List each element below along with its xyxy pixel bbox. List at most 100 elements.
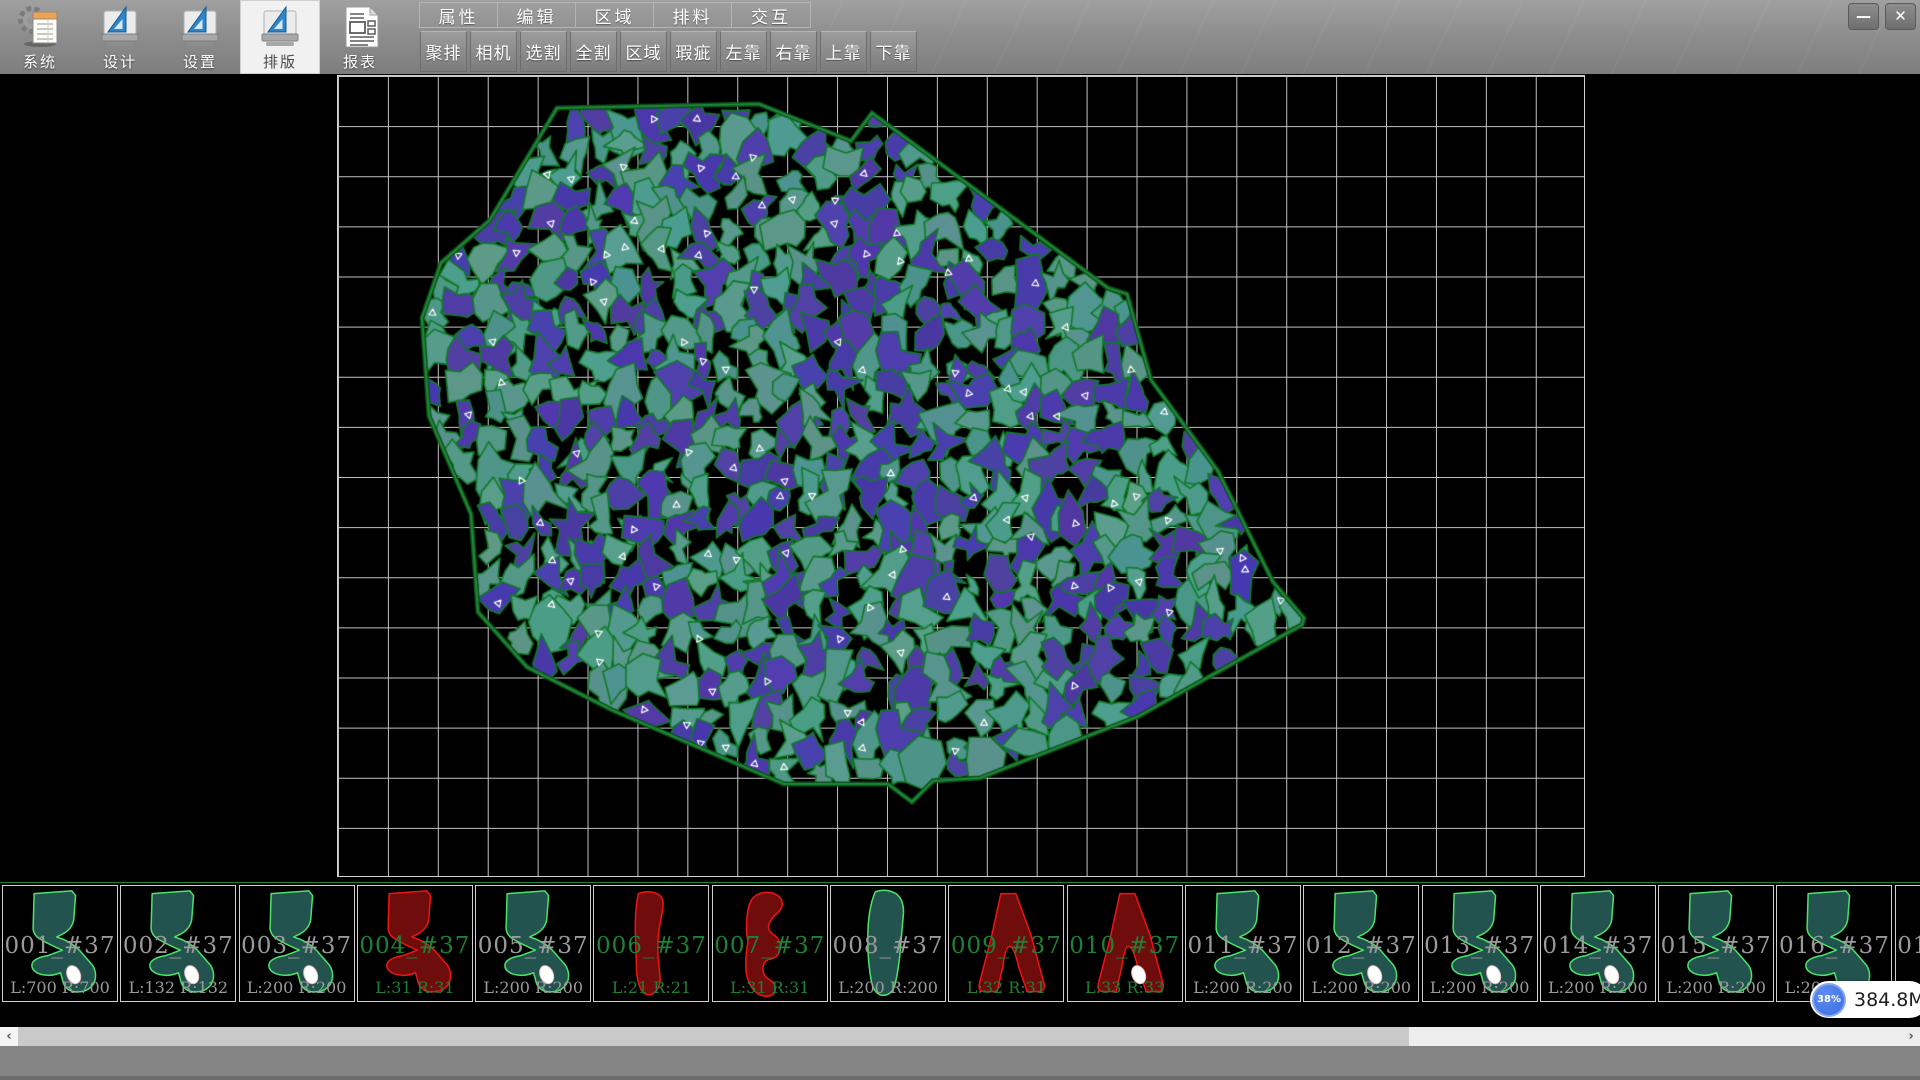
- window-controls: — ✕: [1848, 3, 1916, 30]
- close-button[interactable]: ✕: [1885, 3, 1916, 30]
- design-ruler-icon: [177, 4, 223, 50]
- piece-count-label: L:200 R:200: [240, 978, 354, 997]
- scroll-left-arrow[interactable]: ‹: [0, 1027, 18, 1046]
- menu-tab-bar: 属性编辑区域排料交互: [419, 2, 811, 28]
- tool-button-6[interactable]: 瑕疵: [670, 31, 717, 72]
- app-button-4[interactable]: 排版: [240, 0, 320, 74]
- thumbnail-cell-003_#37[interactable]: 003_#37 L:200 R:200: [239, 885, 355, 1002]
- app-button-group: 系统 设计 设置 排版 报表: [0, 0, 400, 74]
- piece-name-label: 007_#37: [713, 933, 827, 959]
- thumbnail-cell-005_#37[interactable]: 005_#37 L:200 R:200: [475, 885, 591, 1002]
- design-ruler-icon: [97, 4, 143, 50]
- thumbnail-cell-006_#37[interactable]: 006_#37 L:21 R:21: [593, 885, 709, 1002]
- app-button-1[interactable]: 系统: [0, 0, 80, 74]
- thumbnail-cell-010_#37[interactable]: 010_#37 L:33 R:33: [1067, 885, 1183, 1002]
- thumbnail-cell-014_#37[interactable]: 014_#37 L:200 R:200: [1540, 885, 1656, 1002]
- menu-tab-4[interactable]: 排料: [654, 3, 732, 27]
- scrollbar-thumb[interactable]: [18, 1027, 1409, 1046]
- piece-count-label: L:200 R:200: [476, 978, 590, 997]
- tool-button-7[interactable]: 左靠: [720, 31, 767, 72]
- tool-button-2[interactable]: 相机: [470, 31, 517, 72]
- thumbnail-cell-012_#37[interactable]: 012_#37 L:200 R:200: [1303, 885, 1419, 1002]
- thumbnail-cell-009_#37[interactable]: 009_#37 L:32 R:31: [948, 885, 1064, 1002]
- app-button-3[interactable]: 设置: [160, 0, 240, 74]
- app-button-label: 系统: [23, 51, 57, 72]
- piece-count-label: L:31 R:31: [713, 978, 827, 997]
- design-ruler-icon: [257, 4, 303, 50]
- status-bar: [0, 1046, 1920, 1080]
- nesting-viewport[interactable]: [0, 74, 1920, 878]
- app-button-label: 设计: [103, 51, 137, 72]
- tool-button-10[interactable]: 下靠: [870, 31, 917, 72]
- scroll-right-arrow[interactable]: ›: [1902, 1027, 1920, 1046]
- nested-hide-canvas[interactable]: [0, 74, 1920, 878]
- menu-tab-2[interactable]: 编辑: [498, 3, 576, 27]
- tool-button-3[interactable]: 选割: [520, 31, 567, 72]
- piece-name-label: 009_#37: [949, 933, 1063, 959]
- app-button-label: 设置: [183, 51, 217, 72]
- piece-name-label: 002_#37: [121, 933, 235, 959]
- tool-button-5[interactable]: 区域: [620, 31, 667, 72]
- piece-count-label: L:700 R:700: [3, 978, 117, 997]
- progress-percent-badge: 38%: [1812, 983, 1846, 1017]
- report-icon: [337, 4, 383, 50]
- piece-name-label: 004_#37: [358, 933, 472, 959]
- piece-count-label: L:200 R:200: [1423, 978, 1537, 997]
- piece-name-label: 015_#37: [1659, 933, 1773, 959]
- thumbnail-cell-013_#37[interactable]: 013_#37 L:200 R:200: [1422, 885, 1538, 1002]
- thumbnail-cell-008_#37[interactable]: 008_#37 L:200 R:200: [830, 885, 946, 1002]
- piece-count-label: L:200 R:200: [831, 978, 945, 997]
- app-button-2[interactable]: 设计: [80, 0, 160, 74]
- thumbnail-cell-004_#37[interactable]: 004_#37 L:31 R:31: [357, 885, 473, 1002]
- piece-name-label: 014_#37: [1541, 933, 1655, 959]
- piece-count-label: L:31 R:31: [358, 978, 472, 997]
- thumbnail-cell-011_#37[interactable]: 011_#37 L:200 R:200: [1185, 885, 1301, 1002]
- toolbar-decoration: [780, 0, 1920, 74]
- piece-name-label: 006_#37: [594, 933, 708, 959]
- tool-button-4[interactable]: 全割: [570, 31, 617, 72]
- ribbon-toolbar: 系统 设计 设置 排版 报表 属性编辑区域排料交互 聚排相机选割全割区域瑕疵左靠…: [0, 0, 1920, 75]
- memory-usage-label: 384.8M: [1854, 989, 1920, 1011]
- piece-count-label: L:33 R:33: [1068, 978, 1182, 997]
- thumbnail-cell-007_#37[interactable]: 007_#37 L:31 R:31: [712, 885, 828, 1002]
- piece-name-label: 005_#37: [476, 933, 590, 959]
- piece-name-label: 003_#37: [240, 933, 354, 959]
- app-button-label: 报表: [343, 51, 377, 72]
- piece-name-label: 012_#37: [1304, 933, 1418, 959]
- piece-count-label: L:200 R:200: [1541, 978, 1655, 997]
- piece-count-label: L:132 R:132: [121, 978, 235, 997]
- green-separator-line-2: [0, 882, 1920, 883]
- thumbnail-cell-002_#37[interactable]: 002_#37 L:132 R:132: [120, 885, 236, 1002]
- app-button-label: 排版: [263, 51, 297, 72]
- piece-count-label: L:32 R:31: [949, 978, 1063, 997]
- gear-notebook-icon: [17, 4, 63, 50]
- tool-button-9[interactable]: 上靠: [820, 31, 867, 72]
- piece-name-label: 010_#37: [1068, 933, 1182, 959]
- thumbnail-cell-015_#37[interactable]: 015_#37 L:200 R:200: [1658, 885, 1774, 1002]
- piece-count-label: L:200 R:200: [1186, 978, 1300, 997]
- green-separator-line: [0, 878, 1920, 880]
- piece-count-label: L:200 R:200: [1304, 978, 1418, 997]
- progress-indicator: 38% 384.8M: [1810, 981, 1920, 1018]
- minimize-button[interactable]: —: [1848, 3, 1879, 30]
- strip-separator: [0, 878, 1920, 885]
- piece-name-label: 011_#37: [1186, 933, 1300, 959]
- piece-name-label: 016_#37: [1777, 933, 1891, 959]
- menu-tab-3[interactable]: 区域: [576, 3, 654, 27]
- tool-button-row: 聚排相机选割全割区域瑕疵左靠右靠上靠下靠: [420, 31, 917, 72]
- piece-name-label: 013_#37: [1423, 933, 1537, 959]
- piece-count-label: L:200 R:200: [1659, 978, 1773, 997]
- piece-name-label: 017_#37: [1896, 933, 1920, 959]
- piece-count-label: L:21 R:21: [594, 978, 708, 997]
- app-button-5[interactable]: 报表: [320, 0, 400, 74]
- tool-button-8[interactable]: 右靠: [770, 31, 817, 72]
- thumbnail-strip[interactable]: 001_#37 L:700 R:700 002_#37 L:132 R:132 …: [0, 885, 1920, 1002]
- thumbnail-cell-001_#37[interactable]: 001_#37 L:700 R:700: [2, 885, 118, 1002]
- horizontal-scrollbar[interactable]: ‹ ›: [0, 1027, 1920, 1046]
- tool-button-1[interactable]: 聚排: [420, 31, 467, 72]
- piece-name-label: 001_#37: [3, 933, 117, 959]
- menu-tab-5[interactable]: 交互: [732, 3, 810, 27]
- app-window: { "window": {"minimize_label": "—", "clo…: [0, 0, 1920, 1080]
- piece-name-label: 008_#37: [831, 933, 945, 959]
- menu-tab-1[interactable]: 属性: [420, 3, 498, 27]
